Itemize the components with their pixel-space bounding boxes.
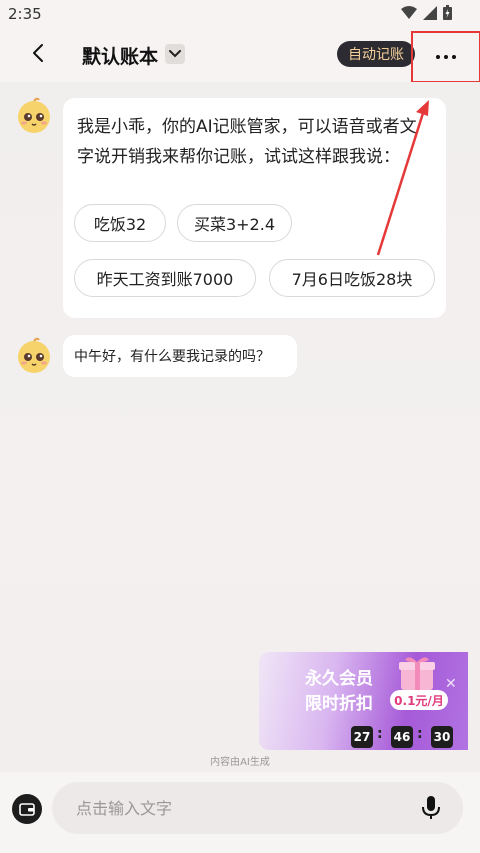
more-icon [436, 55, 440, 59]
more-button[interactable] [411, 31, 480, 83]
suggestion-chip[interactable]: 7月6日吃饭28块 [269, 259, 435, 297]
text-input[interactable] [52, 782, 463, 834]
gift-icon [399, 657, 435, 690]
auto-bookkeeping-button[interactable]: 自动记账 [337, 41, 415, 67]
promo-line2: 限时折扣 [305, 694, 373, 714]
wallet-icon [19, 803, 35, 816]
wallet-button[interactable] [12, 794, 42, 824]
promo-price: 0.1元/月 [390, 690, 448, 710]
wifi-icon [401, 5, 417, 19]
status-icons [401, 5, 452, 20]
promo-line1: 永久会员 [305, 669, 373, 689]
status-bar: 2:35 [0, 0, 480, 28]
nav-bar: 默认账本 自动记账 [0, 28, 480, 83]
more-icon-dot [444, 55, 448, 59]
battery-icon [443, 5, 452, 20]
close-icon[interactable]: ✕ [445, 676, 457, 692]
intro-message-text: 我是小乖，你的AI记账管家，可以语音或者文字说开销我来帮你记账，试试这样跟我说： [77, 117, 417, 167]
assistant-message-intro: 我是小乖，你的AI记账管家，可以语音或者文字说开销我来帮你记账，试试这样跟我说：… [63, 98, 446, 318]
suggestion-chip[interactable]: 吃饭32 [74, 204, 166, 242]
status-time: 2:35 [8, 5, 42, 23]
page-title: 默认账本 [82, 46, 159, 68]
input-bar [0, 772, 480, 853]
suggestion-chip[interactable]: 昨天工资到账7000 [74, 259, 256, 297]
vip-promo-banner[interactable]: 永久会员 限时折扣 0.1元/月 ✕ 27 : 46 : 30 [259, 652, 468, 750]
countdown-separator: : [417, 726, 423, 742]
countdown-seconds: 30 [431, 726, 453, 748]
greeting-message-text: 中午好，有什么要我记录的吗？ [74, 349, 270, 365]
chevron-down-icon [169, 50, 181, 58]
signal-icon [423, 5, 437, 20]
avatar-icon [18, 337, 50, 373]
avatar-icon [18, 97, 50, 133]
ledger-dropdown-button[interactable] [165, 44, 185, 64]
ai-generated-note: 内容由AI生成 [210, 757, 270, 768]
more-icon-dot [452, 55, 456, 59]
assistant-message-greeting: 中午好，有什么要我记录的吗？ [63, 335, 297, 377]
countdown-minutes: 46 [391, 726, 413, 748]
microphone-icon[interactable] [420, 795, 442, 821]
back-icon[interactable] [28, 42, 50, 64]
countdown-separator: : [377, 726, 383, 742]
suggestion-chip[interactable]: 买菜3+2.4 [177, 204, 292, 242]
countdown-hours: 27 [351, 726, 373, 748]
